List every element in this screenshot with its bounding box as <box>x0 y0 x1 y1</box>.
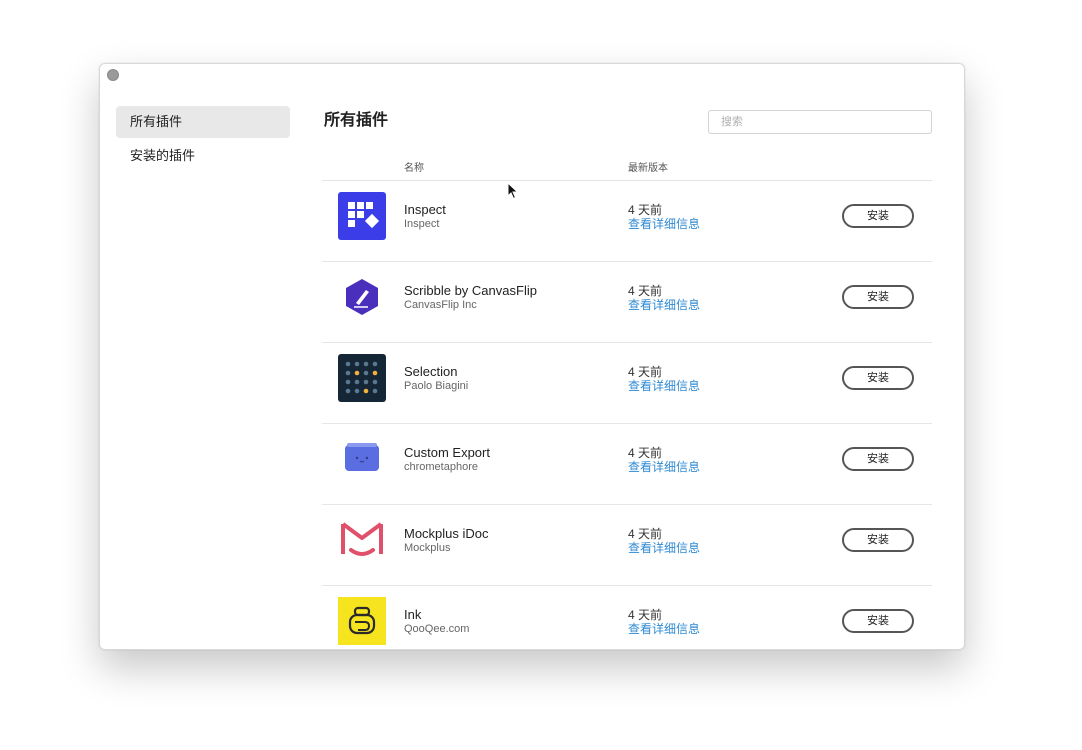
install-button[interactable]: 安装 <box>842 528 914 552</box>
sidebar-item-all-plugins[interactable]: 所有插件 <box>116 106 290 138</box>
install-button[interactable]: 安装 <box>842 366 914 390</box>
search-input[interactable] <box>708 110 932 134</box>
view-details-link[interactable]: 查看详细信息 <box>628 620 700 637</box>
plugin-row-scribble: Scribble by CanvasFlip CanvasFlip Inc 4 … <box>322 262 932 343</box>
install-button[interactable]: 安装 <box>842 609 914 633</box>
sidebar: 所有插件 安装的插件 <box>116 106 290 174</box>
plugin-name: Mockplus iDoc <box>404 526 489 541</box>
plugin-author: Paolo Biagini <box>404 380 469 392</box>
view-details-link[interactable]: 查看详细信息 <box>628 539 700 556</box>
plugin-name: Ink <box>404 607 422 622</box>
plugin-list: Inspect Inspect 4 天前 查看详细信息 安装 Scribble … <box>322 181 932 649</box>
plugin-author: chrometaphore <box>404 461 478 473</box>
plugin-author: QooQee.com <box>404 623 470 635</box>
plugin-row-inspect: Inspect Inspect 4 天前 查看详细信息 安装 <box>322 181 932 262</box>
mockplus-icon <box>338 516 386 564</box>
plugin-window: 所有插件 安装的插件 所有插件 名称 最新版本 <box>99 63 965 650</box>
plugin-row-selection: Selection Paolo Biagini 4 天前 查看详细信息 安装 <box>322 343 932 424</box>
view-details-link[interactable]: 查看详细信息 <box>628 215 700 232</box>
view-details-link[interactable]: 查看详细信息 <box>628 296 700 313</box>
custom-export-icon <box>338 435 386 483</box>
view-details-link[interactable]: 查看详细信息 <box>628 458 700 475</box>
install-button[interactable]: 安装 <box>842 285 914 309</box>
sidebar-item-installed-plugins[interactable]: 安装的插件 <box>116 140 290 172</box>
selection-icon <box>338 354 386 402</box>
plugin-row-custom-export: Custom Export chrometaphore 4 天前 查看详细信息 … <box>322 424 932 505</box>
install-button[interactable]: 安装 <box>842 447 914 471</box>
window-close-button[interactable] <box>107 69 119 81</box>
main-panel: 所有插件 名称 最新版本 <box>322 64 932 649</box>
plugin-row-ink: Ink QooQee.com 4 天前 查看详细信息 安装 <box>322 586 932 649</box>
page-title: 所有插件 <box>324 112 389 129</box>
plugin-name: Selection <box>404 364 458 379</box>
plugin-name: Custom Export <box>404 445 490 460</box>
install-button[interactable]: 安装 <box>842 204 914 228</box>
ink-icon <box>338 597 386 645</box>
plugin-author: Mockplus <box>404 542 451 554</box>
plugin-row-mockplus: Mockplus iDoc Mockplus 4 天前 查看详细信息 安装 <box>322 505 932 586</box>
plugin-author: Inspect <box>404 218 440 230</box>
plugin-author: CanvasFlip Inc <box>404 299 477 311</box>
mouse-cursor-icon <box>507 182 519 200</box>
scribble-icon <box>338 273 386 321</box>
plugin-name: Inspect <box>404 202 446 217</box>
plugin-name: Scribble by CanvasFlip <box>404 283 537 298</box>
column-header-version: 最新版本 <box>628 163 668 174</box>
inspect-icon <box>338 192 386 240</box>
view-details-link[interactable]: 查看详细信息 <box>628 377 700 394</box>
table-header: 名称 最新版本 <box>322 158 932 181</box>
column-header-name: 名称 <box>404 163 424 174</box>
